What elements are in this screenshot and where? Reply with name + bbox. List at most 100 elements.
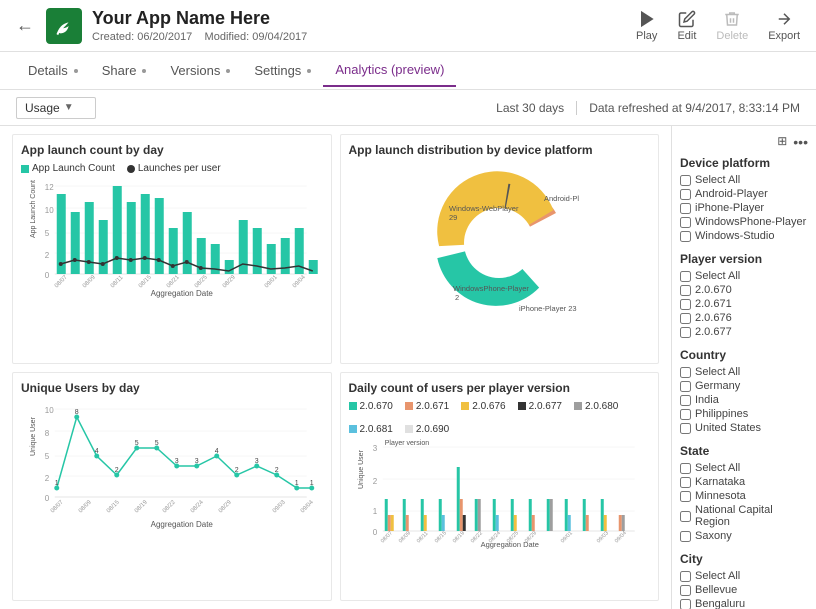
more-options-icon[interactable]: ••• (793, 134, 808, 150)
nav-analytics[interactable]: Analytics (preview) (323, 54, 456, 87)
filter-item[interactable]: Saxony (680, 530, 808, 542)
pv-2670-checkbox[interactable] (680, 285, 691, 296)
svg-text:Android-Player 31: Android-Player 31 (544, 194, 579, 203)
filter-item[interactable]: iPhone-Player (680, 202, 808, 214)
filter-item[interactable]: Select All (680, 366, 808, 378)
svg-text:10: 10 (45, 206, 54, 215)
svg-text:8: 8 (75, 409, 79, 416)
chart1-title: App launch count by day (21, 143, 323, 157)
svg-text:08/19: 08/19 (451, 530, 465, 544)
svg-text:08/15: 08/15 (106, 499, 121, 514)
filter-item[interactable]: India (680, 394, 808, 406)
grid-icon[interactable]: ⊞ (777, 134, 787, 150)
svg-text:1: 1 (295, 480, 299, 487)
svg-text:4: 4 (215, 448, 219, 455)
germany-checkbox[interactable] (680, 381, 691, 392)
select-all-checkbox[interactable] (680, 175, 691, 186)
chart4-legend: 2.0.670 2.0.671 2.0.676 2.0.677 2.0.680 (349, 401, 651, 435)
svg-text:Aggregation Date: Aggregation Date (151, 289, 214, 298)
bellevue-checkbox[interactable] (680, 585, 691, 596)
back-button[interactable]: ← (16, 15, 34, 36)
filter-item[interactable]: 2.0.670 (680, 284, 808, 296)
dropdown-arrow-icon: ▼ (64, 102, 74, 113)
pv-selectall-checkbox[interactable] (680, 271, 691, 282)
app-info: Your App Name Here Created: 06/20/2017 M… (92, 8, 636, 43)
city-title: City (680, 552, 808, 566)
minnesota-checkbox[interactable] (680, 491, 691, 502)
legend-2690: 2.0.690 (405, 424, 449, 435)
svg-text:09/01: 09/01 (559, 530, 573, 544)
filter-item[interactable]: 2.0.671 (680, 298, 808, 310)
filter-country: Country Select All Germany India Philipp… (680, 348, 808, 434)
header-actions: Play Edit Delete Export (636, 10, 800, 42)
svg-text:08/07: 08/07 (54, 274, 69, 289)
nav-details[interactable]: Details (16, 55, 90, 86)
filter-item[interactable]: WindowsPhone-Player (680, 216, 808, 228)
svg-text:2: 2 (372, 477, 377, 486)
legend-2680: 2.0.680 (574, 401, 618, 412)
svg-text:08/24: 08/24 (190, 499, 205, 514)
filter-item[interactable]: Bellevue (680, 584, 808, 596)
play-button[interactable]: Play (636, 10, 657, 42)
svg-text:WindowsPhone-Player: WindowsPhone-Player (453, 284, 529, 293)
filter-item[interactable]: Select All (680, 174, 808, 186)
content-area: App launch count by day App Launch Count… (0, 126, 816, 609)
filter-item[interactable]: Philippines (680, 408, 808, 420)
ncr-checkbox[interactable] (680, 511, 691, 522)
filter-player-version: Player version Select All 2.0.670 2.0.67… (680, 252, 808, 338)
saxony-checkbox[interactable] (680, 531, 691, 542)
filter-item[interactable]: United States (680, 422, 808, 434)
legend-app-launch: App Launch Count (21, 163, 115, 174)
city-selectall-checkbox[interactable] (680, 571, 691, 582)
svg-text:0: 0 (45, 494, 50, 503)
svg-text:08/15: 08/15 (433, 530, 447, 544)
pv-2671-checkbox[interactable] (680, 299, 691, 310)
filter-item[interactable]: 2.0.676 (680, 312, 808, 324)
windows-studio-checkbox[interactable] (680, 231, 691, 242)
filter-item[interactable]: Select All (680, 270, 808, 282)
toolbar: Usage ▼ Last 30 days Data refreshed at 9… (0, 90, 816, 126)
pv-2676-checkbox[interactable] (680, 313, 691, 324)
bengaluru-checkbox[interactable] (680, 599, 691, 609)
app-name: Your App Name Here (92, 8, 636, 29)
filter-sidebar: ⊞ ••• Device platform Select All Android… (671, 126, 816, 609)
svg-text:3: 3 (175, 458, 179, 465)
edit-button[interactable]: Edit (677, 10, 696, 42)
usage-dropdown[interactable]: Usage ▼ (16, 97, 96, 119)
unitedstates-checkbox[interactable] (680, 423, 691, 434)
filter-item[interactable]: Germany (680, 380, 808, 392)
filter-item[interactable]: 2.0.677 (680, 326, 808, 338)
svg-text:29: 29 (449, 213, 457, 222)
iphone-player-checkbox[interactable] (680, 203, 691, 214)
india-checkbox[interactable] (680, 395, 691, 406)
filter-item[interactable]: Select All (680, 570, 808, 582)
svg-text:2: 2 (45, 474, 50, 483)
filter-item[interactable]: Android-Player (680, 188, 808, 200)
svg-text:08/09: 08/09 (82, 274, 97, 289)
nav-share[interactable]: Share (90, 55, 159, 86)
legend-dark-icon (127, 165, 135, 173)
svg-text:1: 1 (372, 507, 377, 516)
nav-settings[interactable]: Settings (242, 55, 323, 86)
karnataka-checkbox[interactable] (680, 477, 691, 488)
delete-button[interactable]: Delete (716, 10, 748, 42)
country-selectall-checkbox[interactable] (680, 367, 691, 378)
chart4-title: Daily count of users per player version (349, 381, 651, 395)
pv-2677-checkbox[interactable] (680, 327, 691, 338)
filter-item[interactable]: Minnesota (680, 490, 808, 502)
filter-item[interactable]: National Capital Region (680, 504, 808, 528)
state-selectall-checkbox[interactable] (680, 463, 691, 474)
svg-text:09/03: 09/03 (595, 530, 609, 544)
legend-launches-per-user: Launches per user (127, 163, 221, 174)
android-player-checkbox[interactable] (680, 189, 691, 200)
filter-item[interactable]: Karnataka (680, 476, 808, 488)
filter-item[interactable]: Select All (680, 462, 808, 474)
export-button[interactable]: Export (768, 10, 800, 42)
chart-unique-users: Unique Users by day 10 8 5 2 0 (12, 372, 332, 602)
nav-versions[interactable]: Versions (158, 55, 242, 86)
filter-item[interactable]: Bengaluru (680, 598, 808, 609)
philippines-checkbox[interactable] (680, 409, 691, 420)
windowsphone-player-checkbox[interactable] (680, 217, 691, 228)
legend-2677: 2.0.677 (518, 401, 562, 412)
filter-item[interactable]: Windows-Studio (680, 230, 808, 242)
